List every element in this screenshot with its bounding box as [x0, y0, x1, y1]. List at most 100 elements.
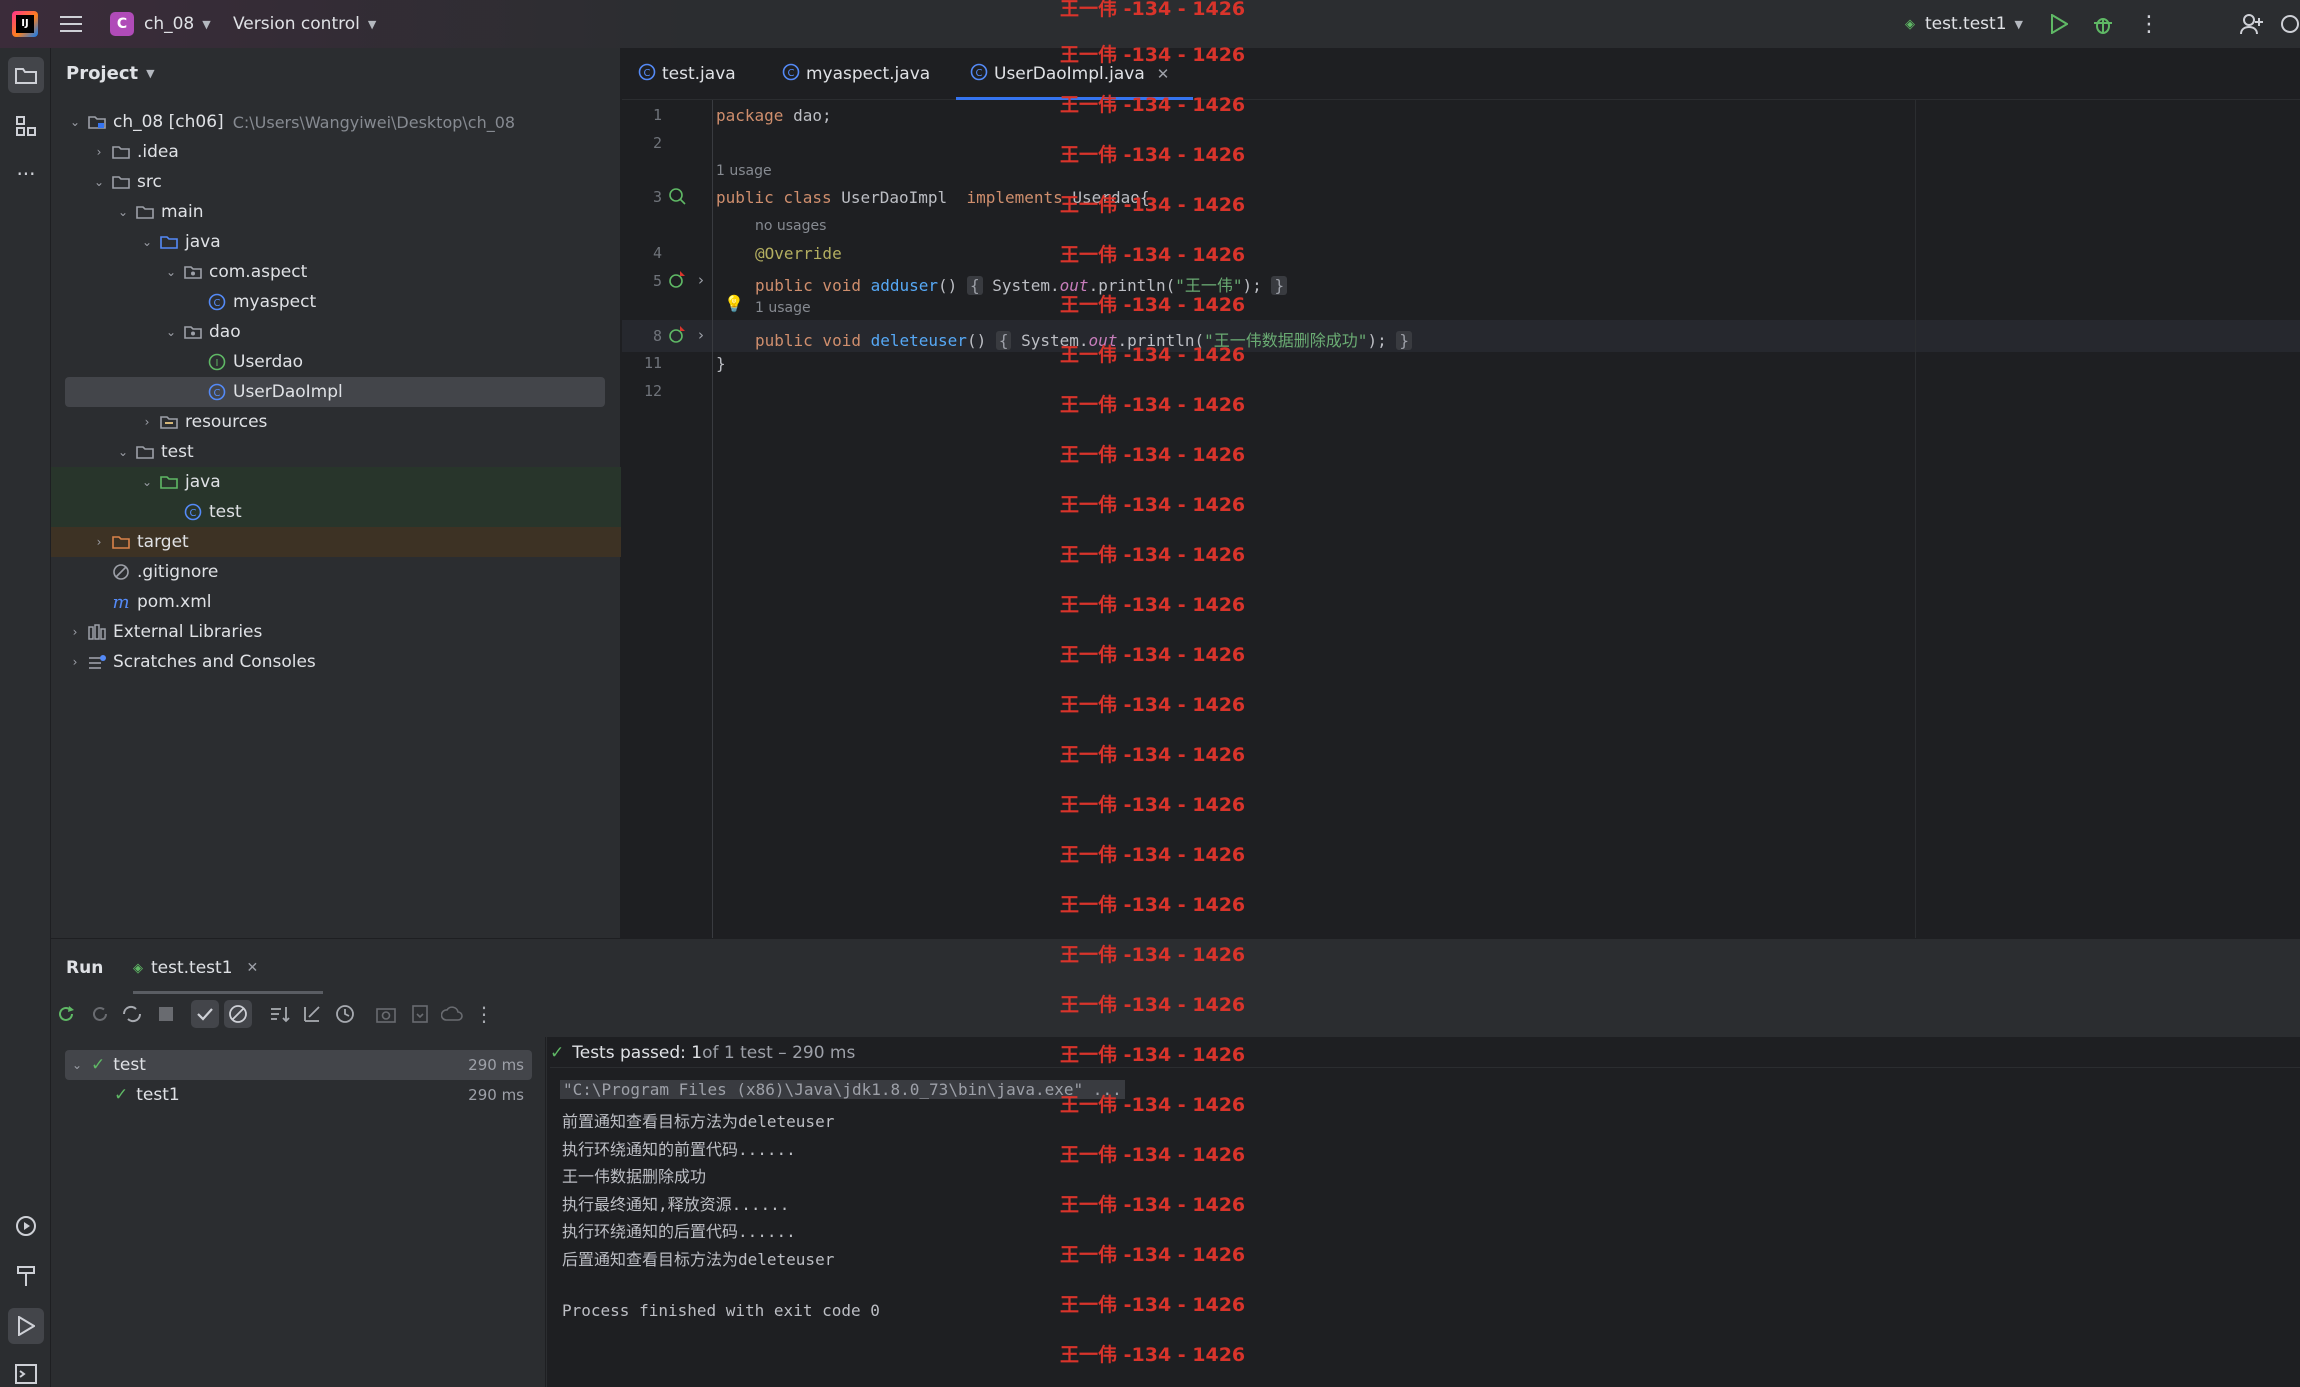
tree-item-dao[interactable]: ⌄ dao: [51, 317, 621, 347]
sort-alphabetically-icon[interactable]: [266, 1000, 294, 1028]
interface-icon: I: [207, 353, 227, 371]
more-actions-icon[interactable]: ⋮: [470, 1000, 498, 1028]
folder-icon: [111, 143, 131, 161]
more-actions-icon[interactable]: ⋮: [2138, 0, 2160, 48]
export-tests-icon[interactable]: [438, 1000, 466, 1028]
console-line: 后置通知查看目标方法为deleteuser: [562, 1250, 835, 1269]
tab-myaspect-java[interactable]: C myaspect.java: [782, 48, 930, 100]
tree-item-test[interactable]: ⌄ test: [51, 437, 621, 467]
history-clock-icon[interactable]: [331, 1000, 359, 1028]
tree-item-scratches[interactable]: › Scratches and Consoles: [51, 647, 621, 677]
tree-item-idea[interactable]: › .idea: [51, 137, 621, 167]
more-tools-icon[interactable]: ···: [8, 156, 44, 192]
build-hammer-icon[interactable]: [8, 1258, 44, 1294]
console-line: 执行环绕通知的前置代码......: [562, 1140, 796, 1159]
tree-item-external-libraries[interactable]: › External Libraries: [51, 617, 621, 647]
show-passed-icon[interactable]: [191, 1000, 219, 1028]
tree-item-userdaoimpl[interactable]: C UserDaoImpl: [51, 377, 621, 407]
override-gutter-icon[interactable]: [668, 271, 686, 294]
implements-gutter-icon[interactable]: [668, 187, 686, 210]
chevron-down-icon: ⌄: [165, 325, 177, 339]
run-tool-icon[interactable]: [8, 1308, 44, 1344]
test-suite-row[interactable]: ⌄ ✓ test 290 ms: [65, 1050, 532, 1080]
intellij-logo-icon[interactable]: IJ: [12, 11, 38, 37]
camera-icon[interactable]: [372, 1000, 400, 1028]
settings-icon[interactable]: [2280, 0, 2300, 48]
code-line-4: @Override: [755, 244, 842, 263]
tree-item-java[interactable]: ⌄ java: [51, 227, 621, 257]
maven-icon: m: [112, 591, 130, 613]
rerun-failed-icon[interactable]: [86, 1000, 114, 1028]
show-ignored-icon[interactable]: [224, 1000, 252, 1028]
title-bar: IJ C ch_08 ▼ Version control ▼ ◈ test.te…: [0, 0, 2300, 48]
stop-icon[interactable]: [152, 1000, 180, 1028]
override-gutter-icon[interactable]: [668, 326, 686, 349]
tree-item-target[interactable]: › target: [51, 527, 621, 557]
chevron-down-icon: ⌄: [141, 475, 153, 489]
chevron-right-icon: ›: [96, 535, 102, 549]
main-menu-icon[interactable]: [60, 0, 82, 48]
resources-folder-icon: [159, 413, 179, 431]
class-icon: C: [970, 63, 988, 86]
svg-text:C: C: [214, 298, 221, 309]
code-editor[interactable]: [622, 100, 2300, 938]
usage-hint[interactable]: 1 usage: [755, 300, 811, 316]
tree-item-gitignore[interactable]: .gitignore: [51, 557, 621, 587]
project-switcher[interactable]: C ch_08 ▼: [110, 0, 211, 48]
chevron-down-icon: ▼: [146, 67, 155, 80]
close-tab-icon[interactable]: ✕: [1157, 65, 1170, 83]
test-config-icon: ◈: [1905, 16, 1915, 32]
chevron-right-icon: ›: [144, 415, 150, 429]
fold-expand-icon[interactable]: ›: [698, 326, 704, 344]
close-tab-icon[interactable]: ✕: [247, 960, 259, 976]
run-tab-test-test1[interactable]: ◈ test.test1 ✕: [133, 939, 258, 997]
folder-icon: [111, 173, 131, 191]
rerun-icon[interactable]: [52, 1000, 80, 1028]
services-icon[interactable]: [8, 1208, 44, 1244]
vcs-menu[interactable]: Version control ▼: [233, 0, 376, 48]
add-user-icon[interactable]: [2240, 0, 2264, 48]
library-icon: [87, 623, 107, 641]
tree-item-userdao[interactable]: I Userdao: [51, 347, 621, 377]
import-tests-icon[interactable]: [406, 1000, 434, 1028]
line-number: 4: [652, 244, 662, 262]
tree-item-myaspect[interactable]: C myaspect: [51, 287, 621, 317]
run-panel-title: Run: [66, 958, 104, 978]
chevron-down-icon: ▼: [367, 17, 377, 31]
tree-item-com-aspect[interactable]: ⌄ com.aspect: [51, 257, 621, 287]
collapse-all-icon[interactable]: [298, 1000, 326, 1028]
usage-hint[interactable]: no usages: [755, 218, 826, 234]
usage-hint[interactable]: 1 usage: [716, 163, 772, 179]
terminal-icon[interactable]: [8, 1356, 44, 1387]
tab-test-java[interactable]: C test.java: [638, 48, 736, 100]
run-config-selector[interactable]: ◈ test.test1 ▼: [1905, 0, 2023, 48]
tree-item-root[interactable]: ⌄ ch_08 [ch06] C:\Users\Wangyiwei\Deskto…: [51, 107, 621, 137]
structure-icon[interactable]: [8, 108, 44, 144]
test-case-row[interactable]: ✓ test1 290 ms: [51, 1080, 546, 1110]
run-button[interactable]: [2050, 0, 2068, 48]
tree-item-test-class[interactable]: C test: [51, 497, 621, 527]
project-name: ch_08: [144, 14, 195, 34]
folder-icon: [135, 443, 155, 461]
tree-item-main[interactable]: ⌄ main: [51, 197, 621, 227]
fold-expand-icon[interactable]: ›: [698, 271, 704, 289]
tree-item-resources[interactable]: › resources: [51, 407, 621, 437]
toggle-auto-test-icon[interactable]: [118, 1000, 146, 1028]
tree-item-src[interactable]: ⌄ src: [51, 167, 621, 197]
test-status-bar: ✓ Tests passed: 1 of 1 test – 290 ms: [550, 1038, 2300, 1068]
line-number: 12: [643, 382, 662, 400]
chevron-down-icon: ▼: [202, 17, 211, 31]
class-icon: C: [207, 293, 227, 311]
excluded-folder-icon: [111, 533, 131, 551]
chevron-down-icon: ⌄: [141, 235, 153, 249]
code-line-3: public class UserDaoImpl implements User…: [716, 188, 1150, 207]
lightbulb-icon[interactable]: 💡: [724, 294, 744, 313]
tree-item-pom[interactable]: m pom.xml: [51, 587, 621, 617]
tree-item-test-java[interactable]: ⌄ java: [51, 467, 621, 497]
project-panel-title[interactable]: Project ▼: [66, 63, 155, 84]
project-tool-folder-icon[interactable]: [8, 57, 44, 93]
tab-userdaoimpl-java[interactable]: C UserDaoImpl.java ✕: [955, 48, 1194, 100]
debug-button[interactable]: [2092, 0, 2114, 48]
test-folder-icon: [159, 473, 179, 491]
chevron-down-icon: ⌄: [93, 175, 105, 189]
